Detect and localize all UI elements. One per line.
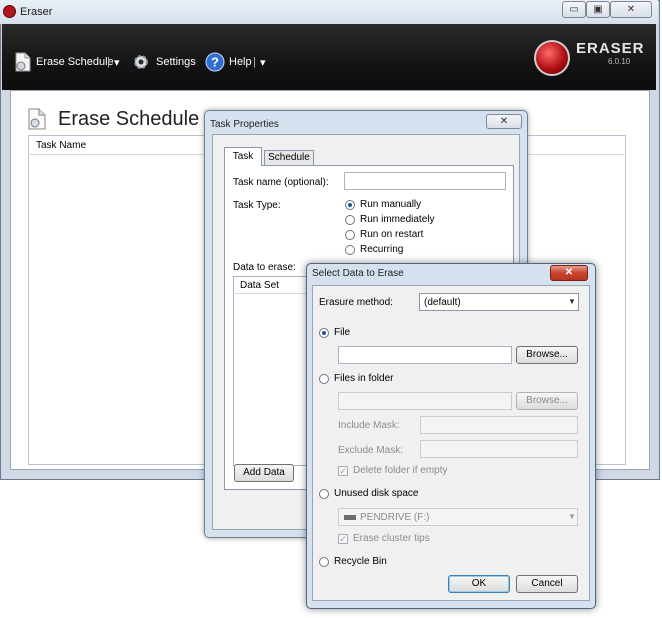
settings-button[interactable]: Settings: [132, 52, 196, 72]
task-type-label: Task Type:: [233, 200, 281, 211]
run-on-restart-radio[interactable]: [345, 230, 355, 240]
brand-version: 6.0.10: [608, 57, 631, 66]
run-manually-label[interactable]: Run manually: [360, 199, 421, 210]
drive-value: PENDRIVE (F:): [360, 512, 430, 523]
toolbar-separator: |: [107, 56, 110, 68]
ok-button[interactable]: OK: [448, 575, 510, 593]
drive-icon: [344, 515, 356, 520]
minimize-button[interactable]: ▭: [562, 1, 586, 18]
recurring-radio[interactable]: [345, 245, 355, 255]
delete-folder-checkbox[interactable]: ✓: [338, 466, 348, 476]
recurring-label[interactable]: Recurring: [360, 244, 403, 255]
erase-cluster-checkbox[interactable]: ✓: [338, 534, 348, 544]
file-path-input[interactable]: [338, 346, 512, 364]
erase-schedule-label: Erase Schedule: [36, 56, 114, 68]
task-properties-close-button[interactable]: ✕: [486, 114, 522, 129]
erasure-method-label: Erasure method:: [319, 297, 393, 308]
files-in-folder-label[interactable]: Files in folder: [334, 373, 393, 384]
chevron-down-icon: ▼: [568, 297, 576, 306]
exclude-mask-input[interactable]: [420, 440, 578, 458]
run-immediately-radio[interactable]: [345, 215, 355, 225]
erase-cluster-label[interactable]: Erase cluster tips: [353, 533, 430, 544]
select-data-close-button[interactable]: ✕: [550, 265, 588, 281]
eraser-app-icon: [3, 5, 16, 18]
recycle-bin-label[interactable]: Recycle Bin: [334, 556, 387, 567]
browse-folder-button[interactable]: Browse...: [516, 392, 578, 410]
exclude-mask-label: Exclude Mask:: [338, 445, 404, 456]
file-option-label[interactable]: File: [334, 327, 350, 338]
window-title: Eraser: [20, 6, 53, 18]
task-properties-title: Task Properties: [210, 119, 279, 130]
help-dropdown-icon[interactable]: ▾: [260, 56, 266, 69]
eraser-logo-icon: [534, 40, 570, 76]
page-title: Erase Schedule: [58, 108, 200, 130]
file-radio[interactable]: [319, 328, 329, 338]
include-mask-label: Include Mask:: [338, 420, 400, 431]
recycle-bin-radio[interactable]: [319, 557, 329, 567]
toolbar-separator: |: [253, 56, 256, 68]
run-on-restart-label[interactable]: Run on restart: [360, 229, 423, 240]
unused-disk-space-radio[interactable]: [319, 489, 329, 499]
delete-folder-label[interactable]: Delete folder if empty: [353, 465, 448, 476]
settings-label: Settings: [156, 56, 196, 68]
include-mask-input[interactable]: [420, 416, 578, 434]
folder-path-input[interactable]: [338, 392, 512, 410]
schedule-document-icon: [15, 52, 31, 72]
tab-schedule[interactable]: Schedule: [264, 150, 314, 166]
column-data-set[interactable]: Data Set: [240, 280, 279, 291]
erasure-method-value: (default): [424, 297, 461, 308]
unused-disk-space-label[interactable]: Unused disk space: [334, 488, 419, 499]
brand-name: ERASER: [576, 40, 645, 57]
drive-chevron-down-icon: ▼: [568, 512, 576, 521]
add-data-button[interactable]: Add Data: [234, 464, 294, 482]
maximize-button[interactable]: ▣: [586, 1, 610, 18]
tab-task[interactable]: Task: [224, 147, 262, 166]
help-icon: ?: [205, 52, 225, 72]
run-immediately-label[interactable]: Run immediately: [360, 214, 434, 225]
erase-schedule-dropdown-icon[interactable]: ▾: [114, 56, 120, 69]
gear-icon: [134, 55, 148, 69]
task-name-label: Task name (optional):: [233, 177, 329, 188]
column-task-name[interactable]: Task Name: [36, 140, 86, 151]
data-to-erase-label: Data to erase:: [233, 262, 296, 273]
select-data-title: Select Data to Erase: [312, 268, 404, 279]
run-manually-radio[interactable]: [345, 200, 355, 210]
help-label: Help: [229, 56, 252, 68]
schedule-page-icon: [28, 108, 46, 130]
task-name-input[interactable]: [344, 172, 506, 190]
close-button[interactable]: ✕: [610, 1, 652, 18]
help-button[interactable]: ? Help: [205, 52, 252, 72]
browse-file-button[interactable]: Browse...: [516, 346, 578, 364]
svg-text:?: ?: [211, 55, 219, 70]
cancel-button[interactable]: Cancel: [516, 575, 578, 593]
title-bar: [0, 0, 658, 24]
erase-schedule-menu[interactable]: Erase Schedule: [14, 52, 114, 72]
files-in-folder-radio[interactable]: [319, 374, 329, 384]
